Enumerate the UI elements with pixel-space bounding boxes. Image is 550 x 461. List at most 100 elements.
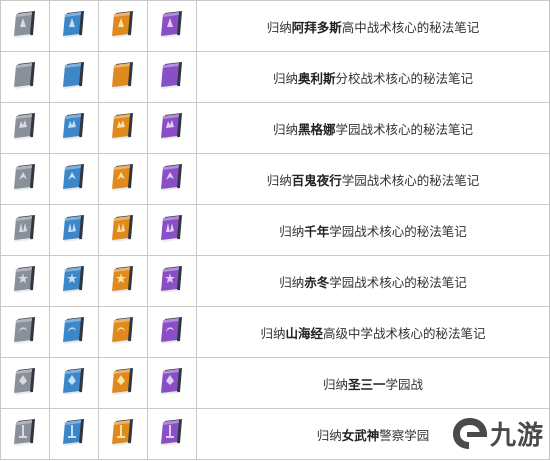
icon-cell [0,102,50,154]
icon-cell [98,255,148,307]
note-book-gray-icon [11,366,39,396]
notes-table: 归纳阿拜多斯高中战术核心的秘法笔记 归纳奥利斯分校战术核心的秘法笔记 归纳黑格娜学园… [0,0,550,460]
school-name: 千年 [304,223,330,239]
note-book-purple-icon [158,9,186,39]
note-book-purple-icon [158,366,186,396]
note-book-purple-icon [158,60,186,90]
note-prefix: 归纳 [272,121,298,137]
icon-cell [147,255,197,307]
note-prefix: 归纳 [316,427,342,443]
icon-cell [0,204,50,256]
note-prefix: 归纳 [266,172,292,188]
table-row: 归纳赤冬学园战术核心的秘法笔记 [0,255,550,307]
note-book-blue-icon [60,162,88,192]
icon-cell [49,408,99,460]
note-suffix: 分校战术核心的秘法笔记 [335,70,474,86]
icon-cell [49,255,99,307]
icon-cell [98,51,148,103]
note-book-blue-icon [60,264,88,294]
note-description: 归纳百鬼夜行学园战术核心的秘法笔记 [196,153,550,205]
note-description: 归纳圣三一学园战 [196,357,550,409]
icon-cell [0,357,50,409]
icon-cell [49,51,99,103]
icon-cell [0,51,50,103]
note-book-gold-icon [109,111,137,141]
icon-cell [147,204,197,256]
icon-cell [0,255,50,307]
icon-cell [147,357,197,409]
note-book-blue-icon [60,213,88,243]
note-book-gold-icon [109,315,137,345]
icon-cell [98,102,148,154]
note-book-gray-icon [11,111,39,141]
table-row: 归纳山海经高级中学战术核心的秘法笔记 [0,306,550,358]
note-book-blue-icon [60,366,88,396]
icon-cell [98,204,148,256]
note-book-gold-icon [109,9,137,39]
note-book-blue-icon [60,111,88,141]
icon-cell [49,306,99,358]
note-book-purple-icon [158,213,186,243]
note-book-gold-icon [109,417,137,447]
icon-cell [49,102,99,154]
table-row: 归纳奥利斯分校战术核心的秘法笔记 [0,51,550,103]
note-prefix: 归纳 [272,70,298,86]
table-row: 归纳阿拜多斯高中战术核心的秘法笔记 [0,0,550,52]
watermark-text: 九游 [490,421,545,451]
icon-cell [147,0,197,52]
note-description: 归纳山海经高级中学战术核心的秘法笔记 [196,306,550,358]
school-name: 黑格娜 [297,121,336,137]
icon-cell [98,0,148,52]
icon-cell [147,408,197,460]
note-description: 归纳赤冬学园战术核心的秘法笔记 [196,255,550,307]
note-book-gray-icon [11,213,39,243]
icon-cell [0,0,50,52]
note-book-gray-icon [11,264,39,294]
note-suffix: 高中战术核心的秘法笔记 [341,19,480,35]
note-book-gold-icon [109,366,137,396]
note-book-purple-icon [158,417,186,447]
note-suffix: 学园战术核心的秘法笔记 [329,274,467,290]
icon-cell [0,153,50,205]
note-book-gray-icon [11,417,39,447]
note-suffix: 学园战术核心的秘法笔记 [335,121,474,137]
note-book-gold-icon [109,264,137,294]
note-book-purple-icon [158,162,186,192]
note-description: 归纳黑格娜学园战术核心的秘法笔记 [196,102,550,154]
note-description: 归纳奥利斯分校战术核心的秘法笔记 [196,51,550,103]
note-book-gold-icon [109,60,137,90]
table-row: 归纳千年学园战术核心的秘法笔记 [0,204,550,256]
note-book-blue-icon [60,315,88,345]
school-name: 圣三一 [347,376,386,392]
icon-cell [0,408,50,460]
note-prefix: 归纳 [266,19,292,35]
note-book-gray-icon [11,315,39,345]
note-book-gold-icon [109,162,137,192]
school-name: 百鬼夜行 [291,172,342,188]
icon-cell [0,306,50,358]
table-row: 归纳黑格娜学园战术核心的秘法笔记 [0,102,550,154]
note-book-blue-icon [60,417,88,447]
school-name: 女武神 [341,427,380,443]
note-book-gray-icon [11,60,39,90]
note-book-blue-icon [60,9,88,39]
icon-cell [49,357,99,409]
note-book-gray-icon [11,9,39,39]
note-book-purple-icon [158,264,186,294]
note-prefix: 归纳 [279,223,305,239]
school-name: 山海经 [285,325,323,341]
table-row: 归纳百鬼夜行学园战术核心的秘法笔记 [0,153,550,205]
note-prefix: 归纳 [260,325,286,341]
icon-cell [147,306,197,358]
note-book-blue-icon [60,60,88,90]
note-suffix: 学园战术核心的秘法笔记 [341,172,480,188]
icon-cell [98,408,148,460]
icon-cell [49,204,99,256]
icon-cell [147,51,197,103]
note-suffix: 高级中学战术核心的秘法笔记 [323,325,486,341]
school-name: 赤冬 [304,274,330,290]
icon-cell [49,0,99,52]
watermark-logo-icon [453,418,487,449]
icon-cell [147,102,197,154]
note-suffix: 学园战 [385,376,424,392]
